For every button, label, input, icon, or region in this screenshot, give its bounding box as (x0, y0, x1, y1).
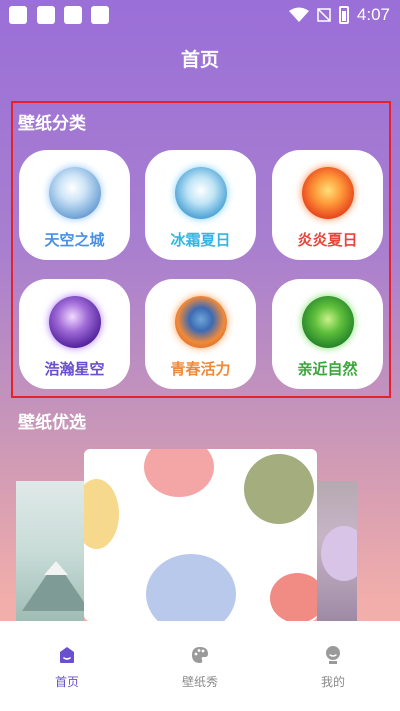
bottom-nav: 首页 壁纸秀 我的 (0, 621, 400, 711)
no-signal-icon (317, 8, 331, 22)
category-label: 浩瀚星空 (44, 360, 105, 378)
category-tile-youth-vitality[interactable]: 青春活力 (145, 279, 256, 389)
nav-item-profile[interactable]: 我的 (293, 645, 373, 690)
blazing-summer-orb-icon (301, 167, 354, 219)
plush-toy-shape (321, 526, 357, 581)
status-bar: 4:07 (0, 0, 400, 32)
category-tile-frost-summer[interactable]: 冰霜夏日 (145, 150, 256, 260)
starry-sky-orb-icon (48, 296, 101, 348)
category-label: 青春活力 (170, 360, 231, 378)
wallpaper-card-mountain[interactable] (16, 481, 84, 621)
sky-city-orb-icon (48, 167, 101, 219)
notification-icon (64, 6, 82, 24)
nav-label-profile: 我的 (320, 675, 345, 689)
profile-icon (326, 646, 340, 664)
wallpaper-card-bears[interactable] (84, 449, 317, 621)
wallpaper-card-plush-toy[interactable] (317, 481, 357, 621)
mountain-snow-shape (44, 561, 68, 575)
red-bear-shape (270, 573, 317, 621)
category-tile-nature[interactable]: 亲近自然 (272, 279, 383, 389)
nav-item-wallpaper-show[interactable]: 壁纸秀 (160, 645, 240, 690)
category-label: 亲近自然 (297, 360, 358, 378)
battery-icon (338, 6, 349, 24)
category-label: 炎炎夏日 (297, 231, 358, 249)
notification-icon (37, 6, 55, 24)
page-title: 首页 (180, 49, 219, 71)
wifi-icon (288, 7, 309, 22)
category-tile-blazing-summer[interactable]: 炎炎夏日 (272, 150, 383, 260)
blue-bear-shape (146, 554, 236, 621)
nav-label-wallpaper-show: 壁纸秀 (181, 675, 218, 689)
home-icon (60, 647, 74, 663)
status-time: 4:07 (356, 5, 390, 24)
category-tile-starry-sky[interactable]: 浩瀚星空 (19, 279, 130, 389)
notification-icon (9, 6, 27, 24)
nav-item-home[interactable]: 首页 (27, 645, 107, 690)
nav-label-home: 首页 (54, 675, 79, 689)
category-tile-sky-city[interactable]: 天空之城 (19, 150, 130, 260)
yellow-bear-shape (84, 479, 119, 549)
notification-icon (91, 6, 109, 24)
frost-summer-orb-icon (174, 167, 227, 219)
youth-vitality-orb-icon (174, 296, 227, 348)
nature-orb-icon (301, 296, 354, 348)
pink-bear-shape (144, 449, 214, 497)
category-label: 天空之城 (44, 231, 105, 249)
category-label: 冰霜夏日 (170, 231, 231, 249)
section-title-featured: 壁纸优选 (18, 413, 86, 433)
green-bear-shape (244, 454, 314, 524)
palette-icon (192, 647, 208, 663)
